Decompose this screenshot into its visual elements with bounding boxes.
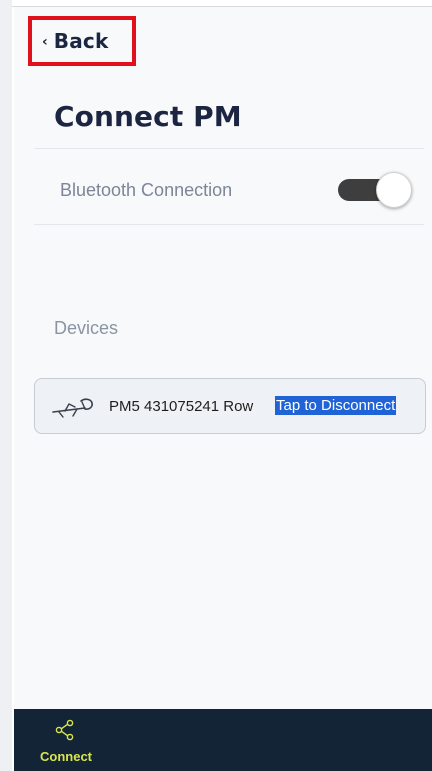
bluetooth-connection-label: Bluetooth Connection [60, 180, 233, 200]
nav-item-connect[interactable]: Connect [28, 717, 104, 769]
bottom-nav-bar: Connect [14, 709, 432, 771]
toggle-knob [376, 172, 412, 208]
device-list-item[interactable]: PM5 431075241 Row Tap to Disconnect [34, 378, 426, 434]
page-title: Connect PM [54, 100, 242, 133]
share-icon [55, 719, 74, 741]
tap-to-disconnect-link[interactable]: Tap to Disconnect [275, 396, 397, 415]
back-button-label: Back [53, 29, 109, 53]
app-frame: ‹ Back Connect PM Bluetooth Connection D… [0, 0, 432, 771]
title-divider [34, 148, 424, 149]
chevron-left-icon: ‹ [42, 33, 48, 50]
back-button[interactable]: ‹ Back [28, 16, 136, 66]
devices-section-label: Devices [54, 318, 119, 338]
window-edge [0, 0, 12, 771]
rower-icon [52, 398, 93, 418]
nav-item-connect-label: Connect [40, 749, 92, 764]
bluetooth-divider [34, 224, 424, 225]
device-name: PM5 431075241 Row [109, 398, 254, 415]
bluetooth-toggle[interactable] [338, 172, 414, 208]
